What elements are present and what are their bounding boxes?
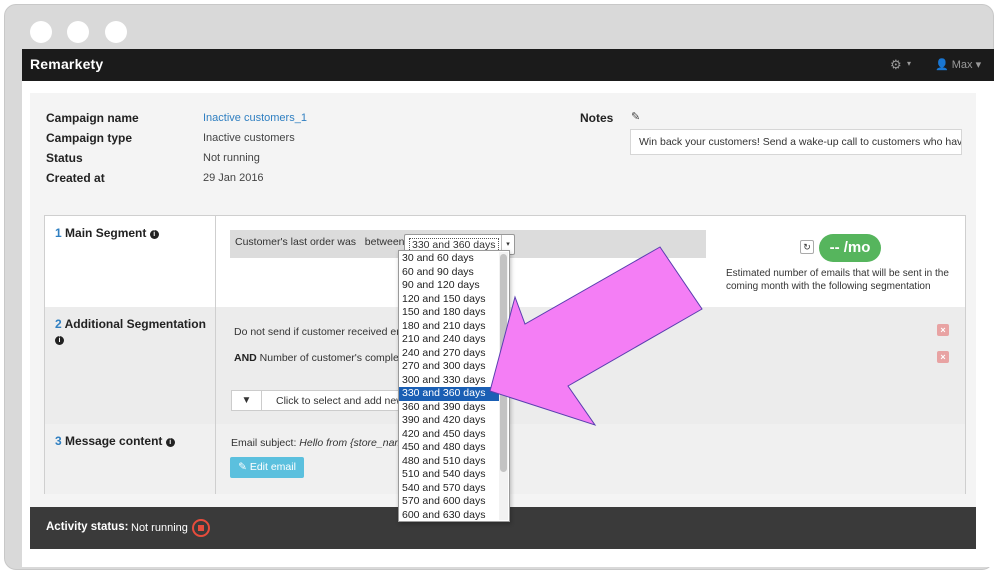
user-icon: 👤 (935, 59, 949, 71)
edit-email-button[interactable]: ✎ Edit email (230, 457, 304, 478)
additional-segmentation-title: 2 Additional Segmentation i (55, 317, 210, 347)
step-number: 1 (55, 226, 62, 240)
segment-rule-2: AND Number of customer's complete (234, 352, 408, 364)
notes-label: Notes (580, 111, 614, 125)
estimate-description: Estimated number of emails that will be … (726, 268, 949, 292)
dropdown-option[interactable]: 510 and 540 days (399, 468, 499, 482)
days-range-dropdown-list[interactable]: 30 and 60 days 60 and 90 days 90 and 120 d… (398, 250, 510, 522)
email-subject: Email subject: Hello from {store_name} (231, 437, 413, 449)
and-operator: AND (234, 352, 257, 364)
campaign-type-value: Inactive customers (203, 132, 295, 144)
notes-field[interactable]: Win back your customers! Send a wake-up … (630, 129, 962, 155)
window-maximize-dot[interactable] (105, 21, 127, 43)
gear-icon[interactable]: ⚙ (890, 57, 902, 73)
dropdown-option[interactable]: 570 and 600 days (399, 495, 499, 509)
activity-status-value: Not running (131, 522, 188, 534)
segment-rule-1: Do not send if customer received emai (234, 326, 414, 338)
delete-rule-2-button[interactable]: × (937, 351, 949, 363)
dropdown-option[interactable]: 300 and 330 days (399, 374, 499, 388)
dropdown-options: 30 and 60 days 60 and 90 days 90 and 120 d… (399, 252, 499, 522)
dropdown-option[interactable]: 240 and 270 days (399, 347, 499, 361)
filter-icon: ▼ (232, 391, 262, 410)
dropdown-option[interactable]: 90 and 120 days (399, 279, 499, 293)
dropdown-option[interactable]: 60 and 90 days (399, 266, 499, 280)
campaign-name-label: Campaign name (46, 111, 139, 125)
additional-segmentation-header: 2 Additional Segmentation i (45, 307, 216, 424)
message-content-title: 3 Message content i (55, 434, 210, 449)
campaign-type-label: Campaign type (46, 131, 133, 145)
info-icon[interactable]: i (149, 230, 159, 239)
main-segment-title: 1 Main Segment i (55, 226, 210, 241)
step-number: 2 (55, 317, 62, 331)
estimate-badge: -- /mo (819, 234, 881, 262)
condition-text: Customer's last order was between (235, 236, 405, 248)
dropdown-option[interactable]: 330 and 360 days (399, 387, 499, 401)
dropdown-option[interactable]: 180 and 210 days (399, 320, 499, 334)
user-menu[interactable]: 👤 Max ▾ (935, 58, 981, 71)
campaign-name-value[interactable]: Inactive customers_1 (203, 112, 307, 124)
add-condition-text: Click to select and add new co (276, 395, 418, 407)
message-content-header: 3 Message content i (45, 424, 216, 494)
dropdown-option[interactable]: 270 and 300 days (399, 360, 499, 374)
step-title-text: Additional Segmentation (64, 317, 206, 331)
edit-icon[interactable]: ✎ (631, 110, 640, 123)
edit-icon: ✎ (238, 461, 247, 473)
dropdown-option[interactable]: 30 and 60 days (399, 252, 499, 266)
dropdown-option[interactable]: 210 and 240 days (399, 333, 499, 347)
chevron-down-icon: ▾ (975, 59, 982, 71)
step-number: 3 (55, 434, 62, 448)
scrollbar-thumb[interactable] (500, 254, 507, 472)
app-logo[interactable]: Remarkety (30, 56, 103, 72)
info-icon[interactable]: i (55, 336, 64, 345)
status-label: Status (46, 151, 83, 165)
dropdown-option[interactable]: 600 and 630 days (399, 509, 499, 522)
delete-rule-1-button[interactable]: × (937, 324, 949, 336)
status-value: Not running (203, 152, 260, 164)
window-minimize-dot[interactable] (67, 21, 89, 43)
main-segment-header: 1 Main Segment i (45, 216, 216, 307)
top-navbar: Remarkety ⚙ ▾ 👤 Max ▾ (22, 49, 994, 81)
chevron-down-icon[interactable]: ▾ (907, 59, 911, 68)
info-icon[interactable]: i (165, 438, 175, 447)
created-at-label: Created at (46, 171, 105, 185)
dropdown-option[interactable]: 540 and 570 days (399, 482, 499, 496)
created-at-value: 29 Jan 2016 (203, 172, 264, 184)
dropdown-option[interactable]: 150 and 180 days (399, 306, 499, 320)
dropdown-option[interactable]: 360 and 390 days (399, 401, 499, 415)
activity-status-label: Activity status: (46, 521, 129, 533)
segment-rule-2-text: Number of customer's complete (259, 352, 408, 364)
dropdown-option[interactable]: 480 and 510 days (399, 455, 499, 469)
email-subject-label: Email subject: (231, 437, 297, 449)
email-subject-value: Hello from {store_name} (299, 437, 413, 449)
refresh-icon[interactable]: ↻ (800, 240, 814, 254)
step-title-text: Message content (65, 434, 163, 448)
window-close-dot[interactable] (30, 21, 52, 43)
edit-email-label: Edit email (249, 461, 296, 473)
dropdown-scrollbar[interactable] (499, 252, 508, 520)
dropdown-option[interactable]: 120 and 150 days (399, 293, 499, 307)
user-name: Max (951, 59, 973, 71)
step-title-text: Main Segment (65, 226, 147, 240)
dropdown-option[interactable]: 420 and 450 days (399, 428, 499, 442)
dropdown-option[interactable]: 450 and 480 days (399, 441, 499, 455)
stop-icon[interactable] (192, 519, 210, 537)
dropdown-option[interactable]: 390 and 420 days (399, 414, 499, 428)
